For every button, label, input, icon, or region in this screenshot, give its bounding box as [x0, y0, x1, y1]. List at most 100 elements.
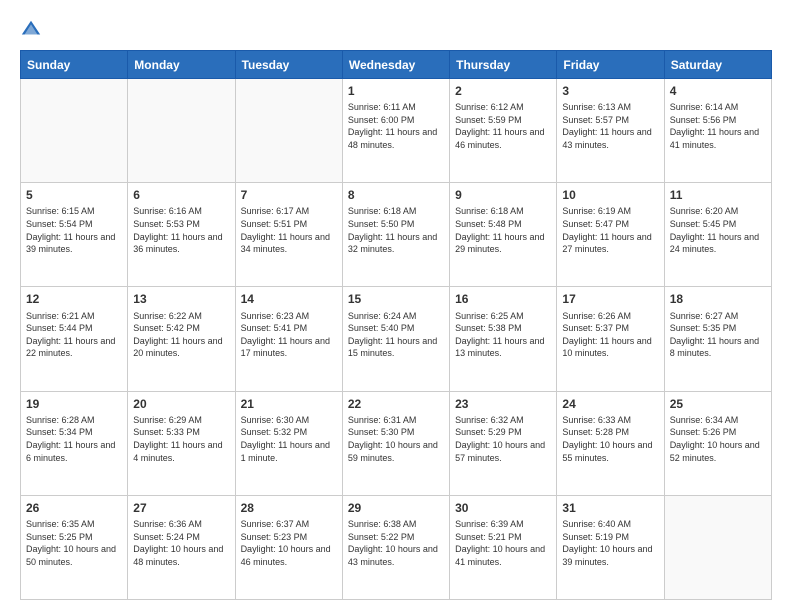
day-cell: 30 Sunrise: 6:39 AM Sunset: 5:21 PM Dayli…: [450, 495, 557, 599]
day-cell: 26Sunrise: 6:35 AM Sunset: 5:25 PM Dayli…: [21, 495, 128, 599]
day-cell: 14 Sunrise: 6:23 AM Sunset: 5:41 PM Dayli…: [235, 287, 342, 391]
col-header-sunday: Sunday: [21, 51, 128, 79]
day-info: Sunrise: 6:19 AM Sunset: 5:47 PM Dayligh…: [562, 205, 658, 255]
col-header-friday: Friday: [557, 51, 664, 79]
day-info: Sunrise: 6:36 AM Sunset: 5:24 PM Dayligh…: [133, 518, 229, 568]
day-number: 8: [348, 187, 444, 203]
day-number: 23: [455, 396, 551, 412]
day-info: Sunrise: 6:20 AM Sunset: 5:45 PM Dayligh…: [670, 205, 766, 255]
day-cell: 7 Sunrise: 6:17 AM Sunset: 5:51 PM Daylig…: [235, 183, 342, 287]
day-cell: 4Sunrise: 6:14 AM Sunset: 5:56 PM Daylig…: [664, 79, 771, 183]
day-number: 27: [133, 500, 229, 516]
day-info: Sunrise: 6:33 AM Sunset: 5:28 PM Dayligh…: [562, 414, 658, 464]
day-cell: 13Sunrise: 6:22 AM Sunset: 5:42 PM Dayli…: [128, 287, 235, 391]
day-cell: 28Sunrise: 6:37 AM Sunset: 5:23 PM Dayli…: [235, 495, 342, 599]
day-cell: 29Sunrise: 6:38 AM Sunset: 5:22 PM Dayli…: [342, 495, 449, 599]
day-number: 17: [562, 291, 658, 307]
day-cell: 17 Sunrise: 6:26 AM Sunset: 5:37 PM Dayli…: [557, 287, 664, 391]
day-cell: 25 Sunrise: 6:34 AM Sunset: 5:26 PM Dayli…: [664, 391, 771, 495]
day-number: 9: [455, 187, 551, 203]
day-cell: 2 Sunrise: 6:12 AM Sunset: 5:59 PM Daylig…: [450, 79, 557, 183]
day-cell: 10Sunrise: 6:19 AM Sunset: 5:47 PM Dayli…: [557, 183, 664, 287]
day-info: Sunrise: 6:15 AM Sunset: 5:54 PM Dayligh…: [26, 205, 122, 255]
week-row-5: 26Sunrise: 6:35 AM Sunset: 5:25 PM Dayli…: [21, 495, 772, 599]
day-cell: 9 Sunrise: 6:18 AM Sunset: 5:48 PM Daylig…: [450, 183, 557, 287]
logo-icon: [20, 18, 42, 40]
day-cell: [128, 79, 235, 183]
week-row-4: 19 Sunrise: 6:28 AM Sunset: 5:34 PM Dayli…: [21, 391, 772, 495]
day-number: 2: [455, 83, 551, 99]
day-number: 28: [241, 500, 337, 516]
day-cell: 19 Sunrise: 6:28 AM Sunset: 5:34 PM Dayli…: [21, 391, 128, 495]
day-number: 24: [562, 396, 658, 412]
day-info: Sunrise: 6:39 AM Sunset: 5:21 PM Dayligh…: [455, 518, 551, 568]
day-info: Sunrise: 6:23 AM Sunset: 5:41 PM Dayligh…: [241, 310, 337, 360]
day-info: Sunrise: 6:32 AM Sunset: 5:29 PM Dayligh…: [455, 414, 551, 464]
day-number: 1: [348, 83, 444, 99]
day-cell: 8 Sunrise: 6:18 AM Sunset: 5:50 PM Daylig…: [342, 183, 449, 287]
day-number: 7: [241, 187, 337, 203]
day-cell: 16 Sunrise: 6:25 AM Sunset: 5:38 PM Dayli…: [450, 287, 557, 391]
day-number: 20: [133, 396, 229, 412]
day-number: 6: [133, 187, 229, 203]
day-number: 30: [455, 500, 551, 516]
day-info: Sunrise: 6:22 AM Sunset: 5:42 PM Dayligh…: [133, 310, 229, 360]
day-number: 22: [348, 396, 444, 412]
col-header-saturday: Saturday: [664, 51, 771, 79]
day-info: Sunrise: 6:40 AM Sunset: 5:19 PM Dayligh…: [562, 518, 658, 568]
day-cell: 15 Sunrise: 6:24 AM Sunset: 5:40 PM Dayli…: [342, 287, 449, 391]
day-info: Sunrise: 6:35 AM Sunset: 5:25 PM Dayligh…: [26, 518, 122, 568]
week-row-3: 12 Sunrise: 6:21 AM Sunset: 5:44 PM Dayli…: [21, 287, 772, 391]
day-number: 3: [562, 83, 658, 99]
day-cell: 22 Sunrise: 6:31 AM Sunset: 5:30 PM Dayli…: [342, 391, 449, 495]
day-number: 12: [26, 291, 122, 307]
day-info: Sunrise: 6:16 AM Sunset: 5:53 PM Dayligh…: [133, 205, 229, 255]
day-info: Sunrise: 6:12 AM Sunset: 5:59 PM Dayligh…: [455, 101, 551, 151]
day-info: Sunrise: 6:21 AM Sunset: 5:44 PM Dayligh…: [26, 310, 122, 360]
day-number: 29: [348, 500, 444, 516]
day-number: 14: [241, 291, 337, 307]
day-cell: [21, 79, 128, 183]
logo: [20, 18, 46, 40]
day-info: Sunrise: 6:13 AM Sunset: 5:57 PM Dayligh…: [562, 101, 658, 151]
col-header-monday: Monday: [128, 51, 235, 79]
day-number: 31: [562, 500, 658, 516]
day-cell: 31 Sunrise: 6:40 AM Sunset: 5:19 PM Dayli…: [557, 495, 664, 599]
day-cell: 27 Sunrise: 6:36 AM Sunset: 5:24 PM Dayli…: [128, 495, 235, 599]
day-number: 15: [348, 291, 444, 307]
col-header-thursday: Thursday: [450, 51, 557, 79]
day-number: 21: [241, 396, 337, 412]
page: SundayMondayTuesdayWednesdayThursdayFrid…: [0, 0, 792, 612]
day-info: Sunrise: 6:29 AM Sunset: 5:33 PM Dayligh…: [133, 414, 229, 464]
day-info: Sunrise: 6:11 AM Sunset: 6:00 PM Dayligh…: [348, 101, 444, 151]
day-cell: 24 Sunrise: 6:33 AM Sunset: 5:28 PM Dayli…: [557, 391, 664, 495]
day-info: Sunrise: 6:30 AM Sunset: 5:32 PM Dayligh…: [241, 414, 337, 464]
day-number: 25: [670, 396, 766, 412]
week-row-1: 1 Sunrise: 6:11 AM Sunset: 6:00 PM Daylig…: [21, 79, 772, 183]
day-info: Sunrise: 6:34 AM Sunset: 5:26 PM Dayligh…: [670, 414, 766, 464]
day-cell: 6 Sunrise: 6:16 AM Sunset: 5:53 PM Daylig…: [128, 183, 235, 287]
day-cell: 5 Sunrise: 6:15 AM Sunset: 5:54 PM Daylig…: [21, 183, 128, 287]
day-info: Sunrise: 6:25 AM Sunset: 5:38 PM Dayligh…: [455, 310, 551, 360]
day-number: 16: [455, 291, 551, 307]
col-header-wednesday: Wednesday: [342, 51, 449, 79]
day-info: Sunrise: 6:24 AM Sunset: 5:40 PM Dayligh…: [348, 310, 444, 360]
day-cell: 23 Sunrise: 6:32 AM Sunset: 5:29 PM Dayli…: [450, 391, 557, 495]
day-info: Sunrise: 6:18 AM Sunset: 5:48 PM Dayligh…: [455, 205, 551, 255]
day-info: Sunrise: 6:31 AM Sunset: 5:30 PM Dayligh…: [348, 414, 444, 464]
day-cell: 1 Sunrise: 6:11 AM Sunset: 6:00 PM Daylig…: [342, 79, 449, 183]
col-header-tuesday: Tuesday: [235, 51, 342, 79]
day-info: Sunrise: 6:28 AM Sunset: 5:34 PM Dayligh…: [26, 414, 122, 464]
day-number: 11: [670, 187, 766, 203]
day-info: Sunrise: 6:27 AM Sunset: 5:35 PM Dayligh…: [670, 310, 766, 360]
day-number: 19: [26, 396, 122, 412]
day-cell: [235, 79, 342, 183]
day-cell: 18 Sunrise: 6:27 AM Sunset: 5:35 PM Dayli…: [664, 287, 771, 391]
calendar-header-row: SundayMondayTuesdayWednesdayThursdayFrid…: [21, 51, 772, 79]
day-info: Sunrise: 6:18 AM Sunset: 5:50 PM Dayligh…: [348, 205, 444, 255]
day-info: Sunrise: 6:17 AM Sunset: 5:51 PM Dayligh…: [241, 205, 337, 255]
day-number: 5: [26, 187, 122, 203]
day-number: 18: [670, 291, 766, 307]
day-cell: 12 Sunrise: 6:21 AM Sunset: 5:44 PM Dayli…: [21, 287, 128, 391]
day-info: Sunrise: 6:26 AM Sunset: 5:37 PM Dayligh…: [562, 310, 658, 360]
